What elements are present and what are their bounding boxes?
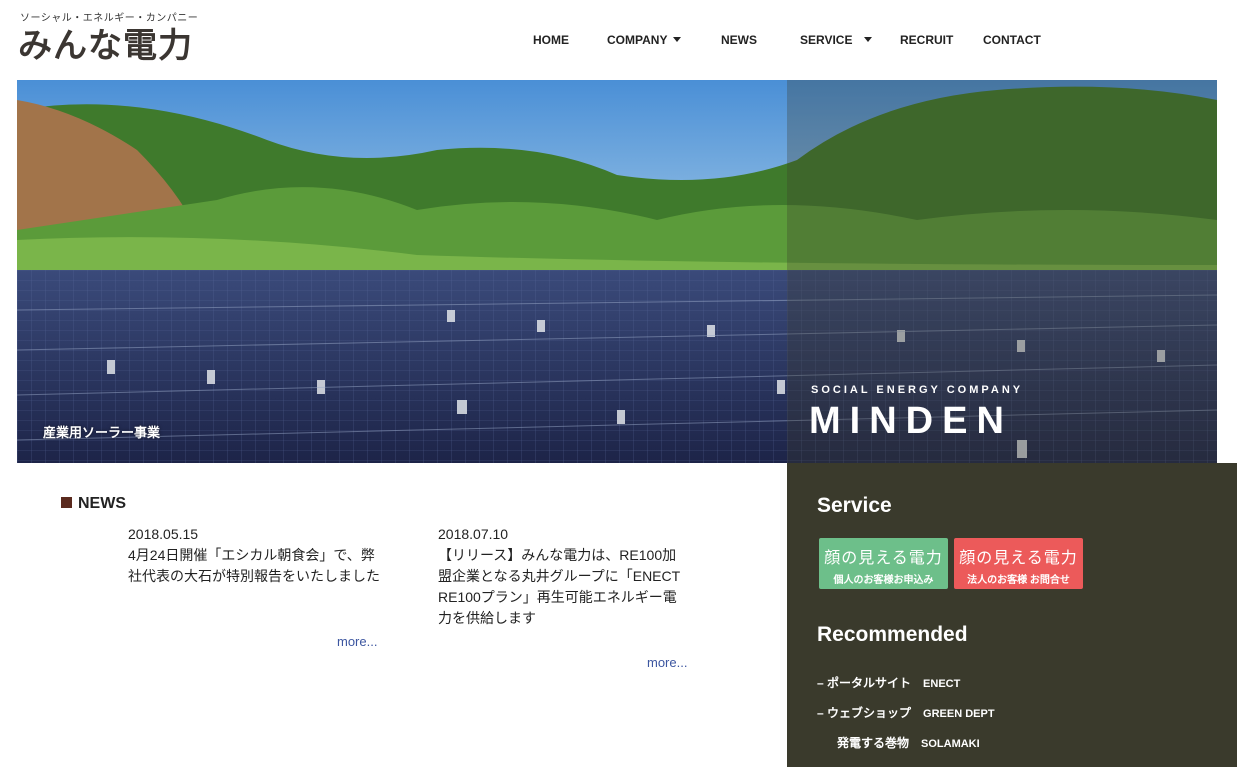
recommended-title: Recommended xyxy=(817,623,968,646)
news-date: 2018.05.15 xyxy=(128,526,199,542)
chevron-down-icon xyxy=(864,37,873,43)
square-icon xyxy=(61,497,72,508)
chevron-down-icon xyxy=(673,37,682,43)
hero-caption: 産業用ソーラー事業 xyxy=(43,425,161,440)
news-item: 2018.05.15 4月24日開催「エシカル朝食会」で、弊社代表の大石が特別報… xyxy=(128,524,380,587)
nav-service[interactable]: SERVICE xyxy=(800,31,873,49)
news-text[interactable]: 4月24日開催「エシカル朝食会」で、弊社代表の大石が特別報告をいたしました xyxy=(128,545,380,587)
brand-subtitle: SOCIAL ENERGY COMPANY xyxy=(811,384,1024,396)
recommended-link-green-dept[interactable]: – ウェブショップ GREEN DEPT xyxy=(817,704,995,721)
hero-banner: 産業用ソーラー事業 SOCIAL ENERGY COMPANY MINDEN xyxy=(17,80,1217,463)
news-heading: NEWS xyxy=(61,495,126,513)
individual-apply-button[interactable]: 顔の見える電力 個人のお客様お申込み xyxy=(819,538,948,589)
brand-title: MINDEN xyxy=(809,400,1013,442)
nav-news[interactable]: NEWS xyxy=(721,31,757,49)
recommended-link-enect[interactable]: – ポータルサイト ENECT xyxy=(817,674,960,691)
site-header: ソーシャル・エネルギー・カンパニー みんな電力 HOME COMPANY NEW… xyxy=(0,0,1237,80)
site-tagline: ソーシャル・エネルギー・カンパニー xyxy=(20,13,199,24)
news-text[interactable]: 【リリース】みんな電力は、RE100加盟企業となる丸井グループに「ENECT R… xyxy=(438,545,690,629)
news-more-link[interactable]: more... xyxy=(337,634,377,649)
site-logo[interactable]: みんな電力 xyxy=(18,26,193,66)
nav-home[interactable]: HOME xyxy=(533,31,569,49)
news-item: 2018.07.10 【リリース】みんな電力は、RE100加盟企業となる丸井グル… xyxy=(438,524,690,629)
nav-recruit[interactable]: RECRUIT xyxy=(900,31,953,49)
nav-company[interactable]: COMPANY xyxy=(607,31,682,49)
news-date: 2018.07.10 xyxy=(438,526,509,542)
corporate-inquiry-button[interactable]: 顔の見える電力 法人のお客様 お問合せ xyxy=(954,538,1083,589)
service-sidebar: Service 顔の見える電力 個人のお客様お申込み 顔の見える電力 法人のお客… xyxy=(787,463,1237,767)
service-title: Service xyxy=(817,494,892,517)
recommended-link-solamaki[interactable]: 発電する巻物 SOLAMAKI xyxy=(837,734,980,751)
nav-contact[interactable]: CONTACT xyxy=(983,31,1041,49)
news-more-link[interactable]: more... xyxy=(647,655,687,670)
